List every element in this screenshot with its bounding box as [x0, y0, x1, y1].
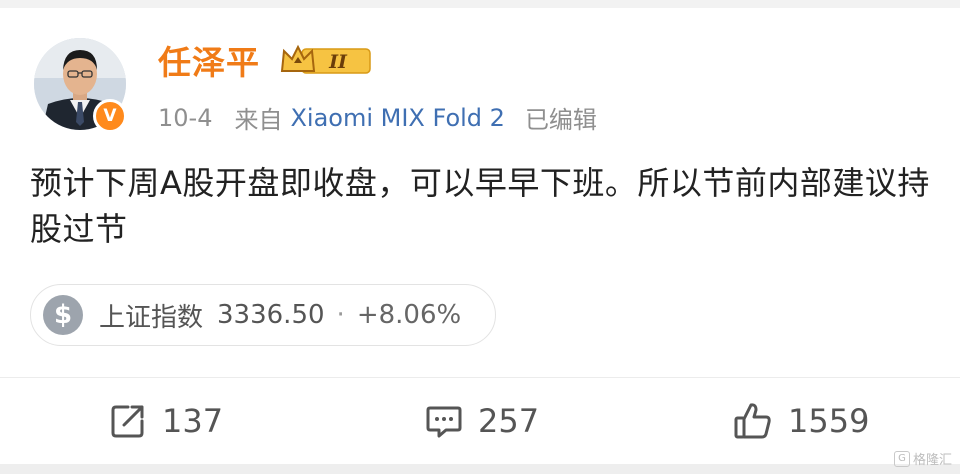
top-divider: [0, 0, 960, 8]
watermark: G 格隆汇: [893, 449, 952, 468]
comment-count: 257: [478, 402, 540, 440]
post-meta: 10-4 来自 Xiaomi MIX Fold 2 已编辑: [158, 100, 597, 135]
comment-button[interactable]: 257: [424, 398, 539, 444]
bottom-divider: [0, 464, 960, 474]
watermark-logo-icon: G: [893, 450, 910, 467]
verified-icon: V: [93, 99, 127, 133]
watermark-text: 格隆汇: [912, 453, 952, 468]
device-link[interactable]: Xiaomi MIX Fold 2: [290, 104, 504, 132]
stock-name: 上证指数: [99, 302, 204, 333]
repost-button[interactable]: 137: [108, 398, 223, 444]
repost-icon: [111, 405, 144, 438]
stock-card[interactable]: $ 上证指数 3336.50 · +8.06%: [30, 284, 496, 346]
post-text: 预计下周A股开盘即收盘，可以早早下班。所以节前内部建议持股过节: [30, 164, 930, 248]
dollar-symbol: $: [53, 300, 73, 330]
post-date: 10-4: [158, 103, 213, 132]
dollar-icon: $: [43, 295, 83, 335]
like-icon: [734, 403, 771, 439]
username[interactable]: 任泽平: [158, 36, 260, 84]
repost-count: 137: [162, 402, 224, 440]
source-prefix: 来自: [234, 106, 283, 134]
stock-change: +8.06%: [356, 300, 462, 330]
edited-label[interactable]: 已编辑: [525, 100, 597, 135]
stock-separator: ·: [336, 300, 345, 330]
action-divider: [0, 377, 960, 378]
weibo-post-card: V 任泽平 II 10-4 来自 Xiaomi MIX Fold 2 已编辑 预…: [0, 0, 960, 474]
comment-icon: [426, 406, 462, 438]
verified-mark: V: [103, 105, 117, 126]
stock-value: 3336.50: [217, 300, 325, 330]
like-count: 1559: [788, 402, 870, 440]
like-button[interactable]: 1559: [732, 398, 869, 444]
crown-icon[interactable]: II: [280, 43, 374, 77]
level-badge-text: II: [328, 51, 348, 73]
